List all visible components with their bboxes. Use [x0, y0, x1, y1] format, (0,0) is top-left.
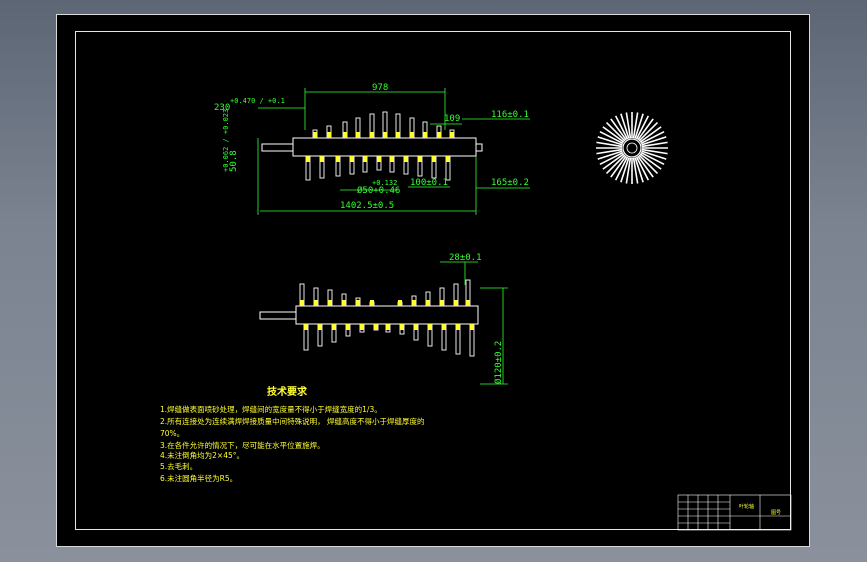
- drawing-name: 叶轮轴: [739, 503, 754, 510]
- notes-title: 技术要求: [267, 385, 308, 398]
- front-upper-blade-weld: [412, 300, 416, 306]
- dim-left-dia-tol: +0.062 / +0.023: [222, 109, 230, 172]
- lower-blade-weld: [320, 156, 324, 162]
- shaft-end-right: [475, 143, 483, 152]
- sheet-label: 图号: [771, 510, 781, 516]
- front-lower-blade-weld: [428, 324, 432, 330]
- note-2-cont: 70%。: [160, 429, 184, 438]
- upper-blade-weld: [370, 132, 374, 138]
- front-lower-blade-weld: [332, 324, 336, 330]
- front-upper-blade-weld: [300, 300, 304, 306]
- front-upper-blades: [299, 279, 471, 307]
- front-upper-blade-weld: [426, 300, 430, 306]
- front-lower-blade-weld: [400, 324, 404, 330]
- dim-116-text: 116±0.1: [491, 110, 529, 120]
- upper-blade-weld: [423, 132, 427, 138]
- note-5: 5.去毛刺。: [160, 461, 197, 471]
- dim-28-text: 28±0.1: [449, 253, 482, 263]
- front-lower-blade-weld: [456, 324, 460, 330]
- front-view: 28±0.1 Ø120±0.2: [259, 253, 508, 385]
- front-lower-blade-weld: [360, 324, 364, 330]
- note-1: 1.焊缝做表面喷砂处理，焊缝间的宽度量不得小于焊缝宽度的1/3。: [160, 404, 382, 414]
- top-view: 978 230 +0.470 / +0.1 50.8 +0.062 / +0.0…: [214, 83, 530, 215]
- front-lower-blades: [303, 323, 475, 357]
- lower-blade-weld: [306, 156, 310, 162]
- lower-blade-weld: [418, 156, 422, 162]
- title-block: 叶轮轴 图号: [677, 494, 792, 531]
- front-upper-blade-weld: [466, 300, 470, 306]
- dim-bore-tol: +0.132: [372, 179, 397, 187]
- dim-109-text: 109: [444, 114, 460, 124]
- lower-blades: [305, 155, 451, 181]
- front-upper-blade-weld: [398, 300, 402, 306]
- dim-dia120-text: Ø120±0.2: [493, 341, 504, 384]
- front-lower-blade-weld: [470, 324, 474, 330]
- lower-blade-weld: [446, 156, 450, 162]
- lower-blade-weld: [336, 156, 340, 162]
- dim-total-text: 1402.5±0.5: [340, 201, 394, 211]
- note-3: 3.在各件允许的情况下，尽可能在水平位置施焊。: [160, 440, 325, 450]
- upper-blade-weld: [437, 132, 441, 138]
- upper-blade-weld: [450, 132, 454, 138]
- front-lower-blade-weld: [386, 324, 390, 330]
- upper-blades: [312, 111, 455, 139]
- front-upper-blade-weld: [454, 300, 458, 306]
- front-shaft-end: [259, 311, 297, 320]
- dim-978-text: 978: [372, 83, 388, 93]
- upper-blade-weld: [383, 132, 387, 138]
- front-upper-blade-weld: [328, 300, 332, 306]
- cad-drawing: 978 230 +0.470 / +0.1 50.8 +0.062 / +0.0…: [160, 83, 792, 531]
- dim-left-dia-text: 50.8: [229, 150, 239, 172]
- front-upper-blade-weld: [342, 300, 346, 306]
- upper-blade-weld: [356, 132, 360, 138]
- upper-blade-weld: [343, 132, 347, 138]
- upper-blade-weld: [313, 132, 317, 138]
- lower-blade-weld: [432, 156, 436, 162]
- dim-230-tol: +0.470 / +0.1: [230, 97, 285, 105]
- front-lower-blade-weld: [304, 324, 308, 330]
- shaft-body: [292, 137, 477, 157]
- front-lower-blade-weld: [346, 324, 350, 330]
- lower-blade-weld: [350, 156, 354, 162]
- dim-100-text: 100±0.1: [410, 178, 448, 188]
- front-upper-blade-weld: [370, 300, 374, 306]
- shaft-end-left: [261, 143, 294, 152]
- front-lower-blade-weld: [414, 324, 418, 330]
- front-lower-blade-weld: [318, 324, 322, 330]
- note-6: 6.未注圆角半径为R5。: [160, 473, 237, 483]
- side-view: [596, 112, 668, 184]
- front-upper-blade-weld: [440, 300, 444, 306]
- front-upper-blade-weld: [356, 300, 360, 306]
- note-2: 2.所有连接处为连续满焊焊接质量中间特殊说明， 焊缝高度不得小于焊缝厚度的: [160, 416, 425, 426]
- hub-outer: [622, 138, 642, 158]
- upper-blade-weld: [410, 132, 414, 138]
- front-shaft-body: [295, 305, 479, 325]
- lower-blade-weld: [377, 156, 381, 162]
- note-4: 4.未注倒角均为2×45°。: [160, 450, 244, 460]
- upper-blade-weld: [396, 132, 400, 138]
- front-upper-blade-weld: [314, 300, 318, 306]
- technical-requirements: 技术要求 1.焊缝做表面喷砂处理，焊缝间的宽度量不得小于焊缝宽度的1/3。 2.…: [160, 385, 425, 483]
- dim-165-text: 165±0.2: [491, 178, 529, 188]
- lower-blade-weld: [363, 156, 367, 162]
- upper-blade-weld: [327, 132, 331, 138]
- front-lower-blade-weld: [442, 324, 446, 330]
- front-lower-blade-weld: [374, 324, 378, 330]
- lower-blade-weld: [404, 156, 408, 162]
- lower-blade-weld: [390, 156, 394, 162]
